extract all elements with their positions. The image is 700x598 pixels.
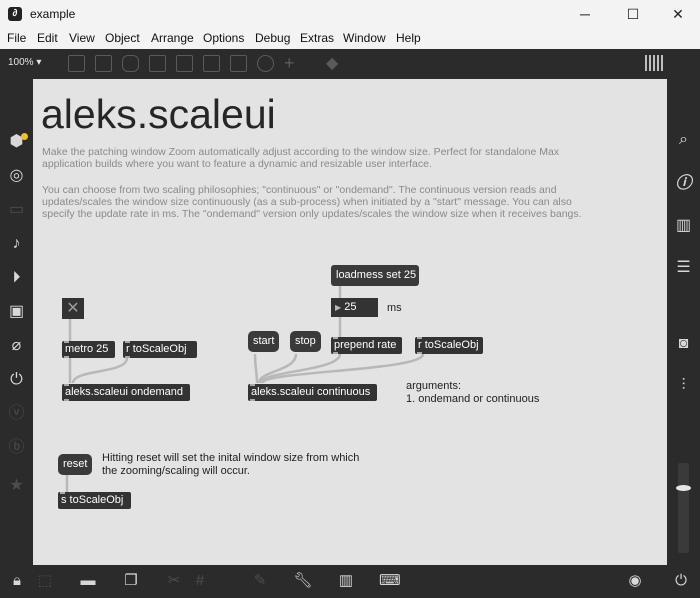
max-app-icon: ∂	[8, 7, 22, 21]
mixer-sliders-icon[interactable]: ⫶	[667, 375, 700, 397]
grid-icon[interactable]: #	[190, 571, 210, 591]
receive-scaleobj-right[interactable]: r toScaleObj	[415, 337, 483, 354]
menu-edit[interactable]: Edit	[37, 31, 58, 45]
arguments-title: arguments:	[406, 380, 462, 392]
v-circle-icon[interactable]: ⓥ	[0, 403, 33, 425]
power-icon[interactable]: ⏻	[671, 571, 691, 591]
scaleui-continuous-object[interactable]: aleks.scaleui continuous	[248, 384, 377, 401]
presentation-icon[interactable]: ▭	[0, 199, 33, 221]
wrench-icon[interactable]: 🔧︎	[293, 571, 313, 591]
star-icon[interactable]: ★	[0, 475, 33, 497]
bottom-toolbar: 🔒︎ ⬚ ▬ ❐ ✂ # ✎ 🔧︎ ▥ ⌨ ◉ ⏻	[0, 565, 700, 598]
new-toggle-icon[interactable]	[176, 55, 193, 72]
menu-arrange[interactable]: Arrange	[151, 31, 194, 45]
bang-x-icon: ✕	[66, 300, 80, 317]
maximize-button[interactable]: ☐	[610, 0, 656, 29]
plug-icon[interactable]: ⏻	[0, 369, 33, 391]
close-button[interactable]: ✕	[655, 0, 700, 29]
start-message[interactable]: start	[248, 331, 280, 352]
select-arrow-icon[interactable]: ⬚	[35, 571, 55, 591]
notification-dot-icon	[21, 133, 28, 140]
minimize-button[interactable]: ─	[562, 0, 608, 29]
new-message-icon[interactable]	[95, 55, 112, 72]
list-icon[interactable]: ☰	[667, 257, 700, 279]
patcher-toolbar: 100% ▾ + ◆	[0, 49, 700, 79]
circle-target-icon[interactable]: ◎	[0, 165, 33, 187]
menu-object[interactable]: Object	[105, 31, 140, 45]
b-circle-icon[interactable]: ⓑ	[0, 437, 33, 459]
piano-keyboard-icon[interactable]: ▥	[336, 571, 356, 591]
info-icon[interactable]: ⓘ	[667, 173, 700, 195]
menu-help[interactable]: Help	[396, 31, 421, 45]
prepend-rate-object[interactable]: prepend rate	[331, 337, 402, 354]
number-box[interactable]: ▶ 25	[331, 298, 378, 317]
book-icon[interactable]: ▥	[667, 215, 700, 237]
menu-options[interactable]: Options	[203, 31, 244, 45]
music-note-icon[interactable]: ♪	[0, 233, 33, 255]
paint-bucket-icon[interactable]: ◆	[326, 53, 338, 73]
patcher-canvas[interactable]: aleks.scaleui Make the patching window Z…	[33, 79, 667, 565]
ms-label: ms	[387, 302, 402, 314]
new-button-icon[interactable]	[149, 55, 166, 72]
new-number-icon[interactable]	[203, 55, 220, 72]
new-comment-icon[interactable]	[122, 55, 139, 72]
audio-engine-icon[interactable]: ◉	[625, 571, 645, 591]
presentation-mode-icon[interactable]: ▬	[78, 571, 98, 591]
paperclip-icon[interactable]: ⌀	[0, 335, 33, 357]
menu-view[interactable]: View	[69, 31, 95, 45]
scaleui-ondemand-object[interactable]: aleks.scaleui ondemand	[62, 384, 190, 401]
debug-icon[interactable]: ✎	[250, 571, 270, 591]
arguments-line: 1. ondemand or continuous	[406, 393, 540, 405]
title-bar: ∂ example ─ ☐ ✕	[0, 0, 700, 29]
step-forward-icon[interactable]: ⏵	[0, 267, 33, 289]
add-object-plus-icon[interactable]: +	[284, 53, 295, 74]
volume-knob[interactable]	[676, 485, 691, 491]
camera-icon[interactable]: ◙	[667, 333, 700, 355]
window-title: example	[30, 7, 76, 21]
volume-slider[interactable]	[676, 463, 691, 553]
receive-scaleobj-left[interactable]: r toScaleObj	[123, 341, 197, 358]
bang-button[interactable]: ✕	[62, 298, 84, 319]
menu-file[interactable]: File	[7, 31, 26, 45]
windows-icon[interactable]: ❐	[121, 571, 141, 591]
reset-comment: Hitting reset will set the inital window…	[102, 452, 360, 477]
menu-debug[interactable]: Debug	[255, 31, 290, 45]
new-dial-icon[interactable]	[257, 55, 274, 72]
grid-view-icon[interactable]	[645, 55, 665, 71]
loadmess-object[interactable]: loadmess set 25	[331, 265, 419, 286]
image-icon[interactable]: ▣	[0, 301, 33, 323]
right-sidebar: ⌕ ⓘ ▥ ☰ ◙ ⫶	[667, 79, 700, 565]
lock-icon[interactable]: 🔒︎	[7, 571, 27, 591]
left-sidebar: ⬢ ◎ ▭ ♪ ⏵ ▣ ⌀ ⏻ ⓥ ⓑ ★	[0, 79, 33, 565]
new-object-icon[interactable]	[68, 55, 85, 72]
stop-message[interactable]: stop	[290, 331, 321, 352]
menu-bar: File Edit View Object Arrange Options De…	[0, 29, 700, 49]
menu-window[interactable]: Window	[343, 31, 386, 45]
scissors-icon[interactable]: ✂	[164, 571, 184, 591]
reset-message[interactable]: reset	[58, 454, 93, 475]
menu-extras[interactable]: Extras	[300, 31, 334, 45]
metro-object[interactable]: metro 25	[62, 341, 115, 358]
zoom-selector[interactable]: 100% ▾	[8, 57, 41, 68]
keyboard-icon[interactable]: ⌨	[379, 571, 401, 591]
send-scaleobj-object[interactable]: s toScaleObj	[58, 492, 131, 509]
new-slider-icon[interactable]	[230, 55, 247, 72]
package-manager-icon[interactable]: ⬢	[0, 131, 33, 153]
search-icon[interactable]: ⌕	[667, 129, 700, 151]
